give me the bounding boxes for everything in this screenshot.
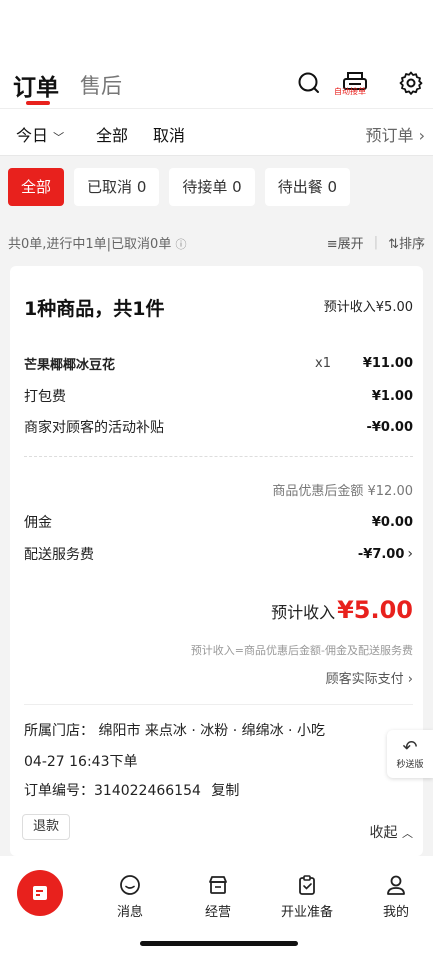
estimated-income-value: ¥5.00: [337, 596, 413, 624]
divider: [24, 704, 413, 705]
search-icon[interactable]: [296, 70, 322, 96]
list-icon: ≡: [326, 237, 338, 252]
chevron-right-icon: ›: [407, 672, 413, 687]
tab-orders[interactable]: 订单: [13, 68, 59, 102]
store-info: 所属门店： 绵阳市 来点冰 · 冰粉 · 绵绵冰 · 小吃: [24, 723, 325, 739]
chevron-right-icon: ›: [418, 126, 425, 145]
item-row: 芒果椰椰冰豆花 x1 ¥11.00: [24, 352, 413, 374]
preorder-link[interactable]: 预订单 ›: [365, 122, 425, 146]
chevron-up-icon: ︿: [402, 827, 413, 840]
express-version-button[interactable]: ↶ 秒送版: [387, 730, 433, 778]
help-icon[interactable]: ⓘ: [175, 238, 186, 251]
commission-label: 佣金: [24, 515, 52, 531]
undo-icon: ↶: [402, 736, 418, 758]
packing-fee-value: ¥1.00: [371, 388, 413, 404]
express-label: 秒送版: [396, 759, 424, 770]
nav-orders[interactable]: [17, 870, 63, 916]
subsidy-label: 商家对顾客的活动补贴: [24, 420, 164, 436]
subsidy-value: -¥0.00: [366, 419, 413, 435]
subsidy-row: 商家对顾客的活动补贴 -¥0.00: [24, 416, 413, 438]
order-summary: 共0单,进行中1单|已取消0单 ⓘ: [8, 233, 186, 252]
chip-preparing[interactable]: 待出餐 0: [264, 168, 351, 206]
chip-label: 待接单: [182, 178, 228, 196]
nav-prepare-label: 开业准备: [280, 905, 333, 920]
order-number-value: 314022466154: [94, 783, 201, 799]
chevron-right-icon: ›: [407, 546, 413, 562]
sort-button[interactable]: ⇅排序: [388, 233, 425, 252]
order-icon: [33, 886, 47, 900]
chip-pending[interactable]: 待接单 0: [169, 168, 255, 206]
nav-mine[interactable]: 我的: [361, 874, 431, 920]
divider: |: [373, 235, 379, 250]
collapse-button[interactable]: 收起 ︿: [370, 822, 413, 842]
clipboard-check-icon: [299, 875, 315, 895]
chip-count: 0: [327, 178, 338, 196]
estimated-income: 预计收入 ¥5.00: [271, 596, 413, 624]
order-number: 订单编号：314022466154 复制: [24, 780, 239, 800]
estimated-income-label: 预计收入: [271, 603, 336, 622]
filter-bar: 今日 ﹀ 全部 取消 预订单 ›: [0, 108, 433, 156]
customer-pay-link[interactable]: 顾客实际支付 ›: [326, 668, 413, 687]
tab-active-indicator: [26, 101, 50, 105]
order-number-label: 订单编号：: [24, 783, 94, 799]
income-formula: 预计收入=商品优惠后金额-佣金及配送服务费: [190, 644, 413, 657]
commission-row: 佣金 ¥0.00: [24, 511, 413, 533]
expand-button[interactable]: ≡展开: [327, 233, 364, 252]
home-indicator: [140, 941, 298, 946]
nav-prepare[interactable]: 开业准备: [272, 874, 342, 920]
refund-button[interactable]: 退款: [22, 814, 71, 840]
auto-accept-label: 自动接单: [334, 87, 366, 96]
nav-business[interactable]: 经营: [183, 874, 253, 920]
item-name: 芒果椰椰冰豆花: [24, 357, 116, 373]
commission-value: ¥0.00: [371, 514, 413, 530]
filter-cancel[interactable]: 取消: [153, 122, 185, 146]
user-icon: [387, 875, 405, 895]
chip-count: 0: [232, 178, 242, 196]
copy-button[interactable]: 复制: [211, 783, 239, 799]
expand-label: 展开: [337, 237, 364, 252]
item-price: ¥11.00: [362, 355, 413, 371]
packing-fee-row: 打包费 ¥1.00: [24, 385, 413, 407]
order-time: 04-27 16:43下单: [24, 754, 138, 770]
chip-cancelled[interactable]: 已取消 0: [74, 168, 160, 206]
store-icon: [209, 876, 227, 894]
chip-label: 待出餐: [277, 178, 323, 196]
order-title: 1种商品，共1件: [24, 298, 165, 320]
chevron-down-icon: ﹀: [53, 131, 65, 144]
item-qty: x1: [315, 355, 331, 371]
customer-pay-label: 顾客实际支付: [325, 672, 404, 687]
chip-all[interactable]: 全部: [8, 168, 65, 206]
collapse-label: 收起: [369, 825, 398, 841]
status-chips: 全部 已取消 0 待接单 0 待出餐 0: [8, 168, 351, 206]
packing-fee-label: 打包费: [24, 389, 66, 405]
sort-label: 排序: [398, 237, 425, 252]
estimated-income-top: 预计收入¥5.00: [323, 300, 413, 315]
gear-icon[interactable]: [398, 70, 424, 96]
chip-count: 0: [136, 178, 147, 196]
order-card[interactable]: 1种商品，共1件 预计收入¥5.00 芒果椰椰冰豆花 x1 ¥11.00 打包费…: [10, 266, 423, 856]
divider: [24, 456, 413, 457]
chip-label: 已取消: [87, 178, 133, 196]
top-bar: 订单 售后 自动接单: [0, 0, 433, 108]
filter-all[interactable]: 全部: [96, 122, 128, 146]
preorder-label: 预订单: [365, 126, 414, 145]
nav-mine-label: 我的: [382, 905, 409, 920]
tab-aftersale[interactable]: 售后: [80, 70, 122, 100]
nav-business-label: 经营: [204, 905, 231, 920]
nav-messages[interactable]: 消息: [95, 874, 165, 920]
date-filter-label: 今日: [16, 126, 49, 145]
date-filter[interactable]: 今日 ﹀: [16, 122, 64, 146]
delivery-fee-label: 配送服务费: [24, 547, 94, 563]
delivery-fee-value: -¥7.00: [357, 546, 405, 562]
sort-icon: ⇅: [388, 237, 399, 252]
summary-text: 共0单,进行中1单|已取消0单: [8, 237, 172, 252]
summary-actions: ≡展开 | ⇅排序: [327, 233, 425, 252]
chat-icon: [120, 875, 140, 895]
subtotal: 商品优惠后金额 ¥12.00: [272, 484, 413, 499]
nav-messages-label: 消息: [116, 905, 143, 920]
delivery-fee-row[interactable]: 配送服务费 -¥7.00 ›: [24, 543, 413, 565]
chip-label: 全部: [21, 178, 52, 196]
